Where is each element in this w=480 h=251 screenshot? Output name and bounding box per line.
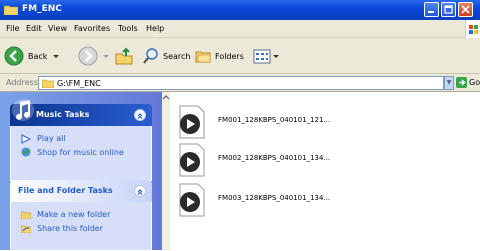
scrollbar[interactable] <box>162 92 170 250</box>
file-tasks-header[interactable]: File and Folder Tasks <box>10 180 152 202</box>
menu-favorites[interactable]: Favorites <box>74 24 110 33</box>
title-bar[interactable]: FM_ENC <box>0 0 480 20</box>
music-tasks-header[interactable]: Music Tasks <box>10 99 152 126</box>
folder-icon <box>4 5 18 15</box>
close-icon <box>461 5 470 14</box>
file-list: FM001_128KBPS_040101_121... FM002_128KBP… <box>170 92 480 250</box>
task-pane: Music Tasks Play all Shop for music onli… <box>0 92 170 251</box>
forward-arrow-icon <box>78 46 98 66</box>
address-dropdown[interactable]: ▼ <box>444 76 454 90</box>
maximize-icon <box>444 5 453 14</box>
music-tasks-body: Play all Shop for music online <box>10 126 152 181</box>
chevron-down-icon: ▼ <box>446 79 452 86</box>
views-button[interactable] <box>252 46 280 66</box>
file-tasks-title: File and Folder Tasks <box>18 186 113 195</box>
share-folder-icon <box>21 225 31 233</box>
file-name: FM001_128KBPS_040101_121... <box>218 116 331 124</box>
address-input[interactable]: G:\FM_ENC <box>38 76 444 90</box>
file-name: FM003_128KBPS_040101_134... <box>218 194 331 202</box>
forward-dropdown-icon[interactable] <box>101 51 111 61</box>
menu-file[interactable]: File <box>6 24 19 33</box>
back-label: Back <box>28 51 48 61</box>
minimize-icon <box>428 11 434 13</box>
window-title: FM_ENC <box>22 4 62 14</box>
maximize-button[interactable] <box>441 2 456 17</box>
file-tasks-panel: File and Folder Tasks Make a new folder … <box>10 180 152 251</box>
folders-label: Folders <box>215 51 244 61</box>
close-button[interactable] <box>458 2 473 17</box>
audio-file-icon <box>179 143 205 177</box>
minimize-button[interactable] <box>424 2 439 17</box>
views-icon <box>253 49 271 64</box>
audio-file-icon <box>179 105 205 139</box>
share-folder-link[interactable]: Share this folder <box>37 224 103 233</box>
address-value: G:\FM_ENC <box>57 79 101 88</box>
audio-file-icon <box>179 183 205 217</box>
new-folder-icon <box>21 211 31 219</box>
play-all-link[interactable]: Play all <box>37 134 66 143</box>
file-tasks-body: Make a new folder Share this folder <box>10 202 152 251</box>
up-folder-icon <box>115 47 133 65</box>
go-label: Go <box>469 78 480 87</box>
search-button[interactable]: Search <box>142 46 190 66</box>
go-button[interactable]: Go <box>456 76 480 90</box>
address-bar: Address G:\FM_ENC ▼ Go <box>0 74 480 92</box>
menu-bar: File Edit View Favorites Tools Help <box>0 20 480 38</box>
collapse-button[interactable] <box>134 109 146 121</box>
file-item[interactable]: FM002_128KBPS_040101_134... <box>174 138 474 178</box>
menu-view[interactable]: View <box>48 24 67 33</box>
file-item[interactable]: FM003_128KBPS_040101_134... <box>174 178 474 218</box>
scroll-up-icon[interactable] <box>162 94 170 102</box>
windows-logo <box>465 20 480 38</box>
forward-button[interactable] <box>78 46 111 66</box>
shop-music-link[interactable]: Shop for music online <box>37 148 124 157</box>
folders-icon <box>195 51 211 63</box>
address-label: Address <box>6 78 38 87</box>
menu-help[interactable]: Help <box>146 24 164 33</box>
folder-icon <box>42 79 54 88</box>
play-icon <box>21 134 31 144</box>
music-tasks-panel: Music Tasks Play all Shop for music onli… <box>10 99 152 181</box>
search-icon <box>143 48 158 64</box>
go-arrow-icon <box>456 77 467 88</box>
menu-tools[interactable]: Tools <box>118 24 138 33</box>
music-tasks-title: Music Tasks <box>36 110 90 119</box>
chevron-up-icon <box>137 189 143 195</box>
collapse-button[interactable] <box>134 185 146 197</box>
search-label: Search <box>163 51 191 61</box>
file-name: FM002_128KBPS_040101_134... <box>218 154 331 162</box>
music-note-icon <box>12 99 34 121</box>
back-button[interactable]: Back <box>4 46 61 66</box>
views-dropdown-icon <box>273 55 279 58</box>
dropdown-arrow-icon[interactable] <box>51 51 61 61</box>
menu-edit[interactable]: Edit <box>26 24 42 33</box>
folders-button[interactable]: Folders <box>194 46 244 66</box>
back-arrow-icon <box>4 46 24 66</box>
file-item[interactable]: FM001_128KBPS_040101_121... <box>174 100 474 140</box>
chevron-up-icon <box>137 113 143 119</box>
up-folder-button[interactable] <box>114 46 134 66</box>
toolbar: Back Search Folders <box>0 38 480 74</box>
windows-flag-icon <box>469 25 478 34</box>
make-new-folder-link[interactable]: Make a new folder <box>37 210 110 219</box>
globe-icon <box>21 147 31 157</box>
